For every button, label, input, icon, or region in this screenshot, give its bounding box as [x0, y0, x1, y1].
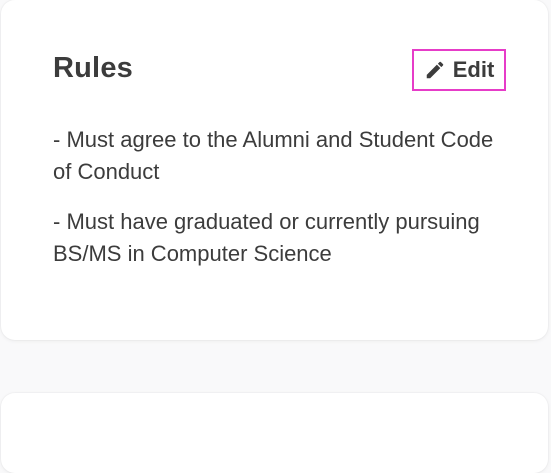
- pencil-icon: [424, 59, 446, 81]
- rules-card: Rules Edit - Must agree to the Alumni an…: [1, 0, 548, 340]
- rules-list: - Must agree to the Alumni and Student C…: [53, 124, 513, 288]
- next-card: [1, 393, 548, 473]
- edit-label: Edit: [452, 57, 495, 82]
- rules-title: Rules: [53, 52, 133, 84]
- rule-item: - Must have graduated or currently pursu…: [53, 209, 480, 266]
- rule-item: - Must agree to the Alumni and Student C…: [53, 127, 494, 184]
- edit-rules-button[interactable]: Edit: [412, 49, 506, 91]
